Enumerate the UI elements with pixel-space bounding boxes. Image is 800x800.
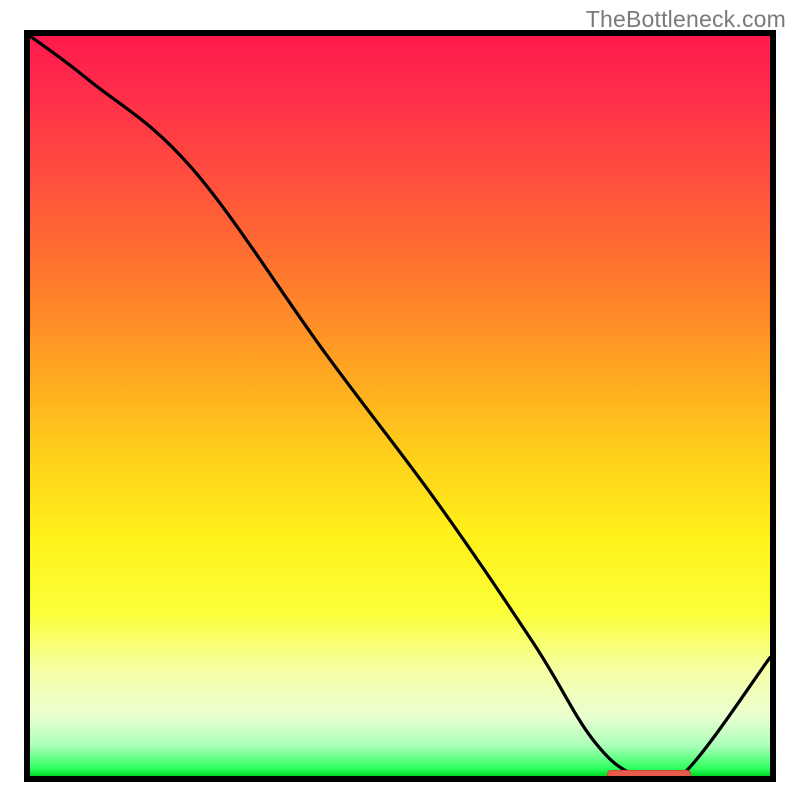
- chart-stage: TheBottleneck.com: [0, 0, 800, 800]
- bottleneck-curve-path: [30, 36, 770, 776]
- plot-area: [30, 36, 770, 776]
- optimal-range-marker: [607, 770, 690, 776]
- bottleneck-curve: [30, 36, 770, 776]
- watermark-text: TheBottleneck.com: [586, 6, 786, 33]
- plot-frame-outer: [24, 30, 776, 782]
